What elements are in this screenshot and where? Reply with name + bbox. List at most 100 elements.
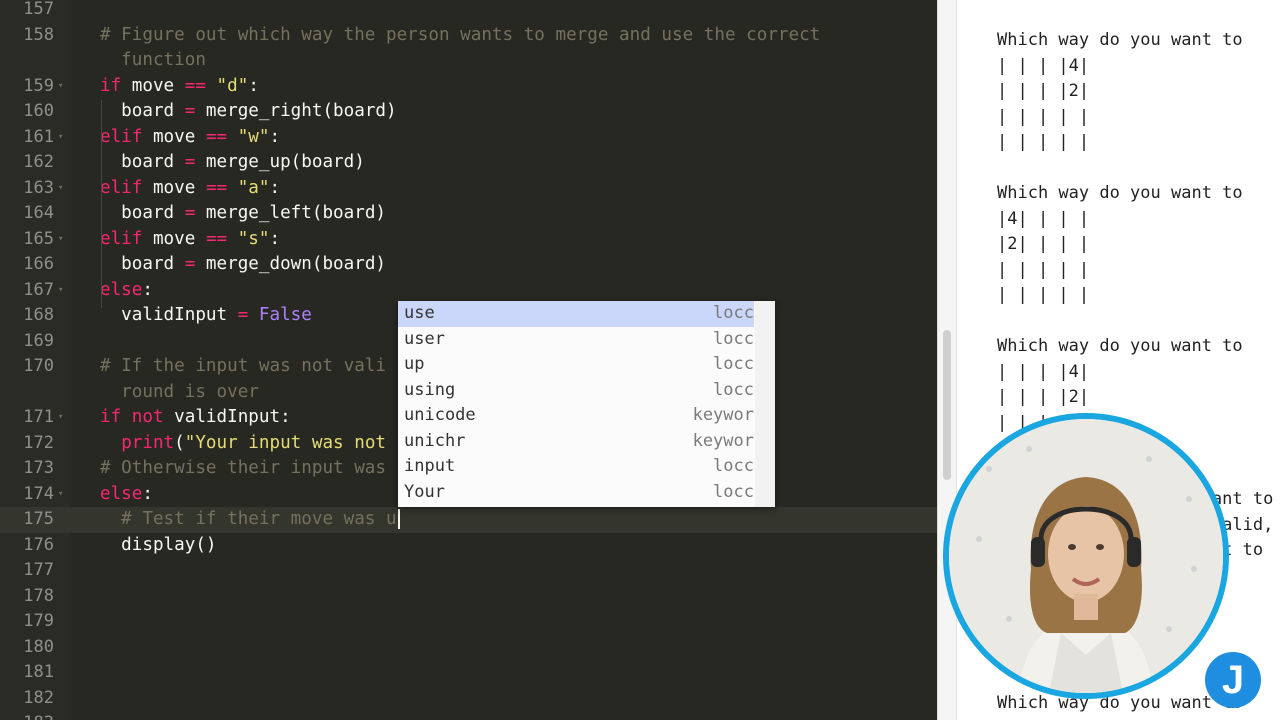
code-line[interactable]: 183 [0, 711, 937, 720]
code-text: if move == "d": [100, 75, 259, 96]
line-number: 173 [23, 458, 54, 478]
line-number: 161 [23, 126, 54, 147]
code-line[interactable]: 160 board = merge_right(board) [0, 99, 937, 125]
line-number: 162 [23, 152, 54, 172]
autocomplete-list[interactable]: use locc user locc up locc using locc unicode key… [398, 301, 775, 505]
code-text: elif move == "w": [100, 126, 281, 147]
code-text: validInput = False [100, 305, 312, 325]
line-number: 175 [23, 509, 54, 529]
autocomplete-item[interactable]: use locc [398, 301, 754, 327]
autocomplete-item[interactable]: using locc [398, 378, 754, 404]
autocomplete-item[interactable]: unicode keywor [398, 403, 754, 429]
code-line[interactable]: function [0, 48, 937, 74]
console-line: | | | | | [997, 285, 1090, 305]
code-text: # Test if their move was u [100, 507, 400, 533]
line-number: 165 [23, 228, 54, 249]
line-number: 169 [23, 330, 54, 351]
console-line: | | | | | [997, 106, 1090, 127]
line-number: 167 [23, 279, 54, 300]
line-number: 180 [23, 636, 54, 657]
autocomplete-meta: keywor [692, 405, 754, 425]
indent-guide [101, 100, 102, 308]
line-number: 177 [23, 560, 54, 580]
line-number: 182 [23, 687, 54, 708]
fold-arrow-icon[interactable]: ▾ [58, 278, 63, 304]
fold-arrow-icon[interactable]: ▾ [58, 125, 63, 151]
autocomplete-value: unichr [404, 430, 466, 451]
code-line[interactable]: 158 # Figure out which way the person wan… [0, 23, 937, 49]
autocomplete-scrollbar[interactable] [755, 301, 775, 507]
code-line[interactable]: 182 [0, 686, 937, 712]
code-line[interactable]: 178 [0, 584, 937, 610]
code-text: else: [100, 279, 153, 300]
line-number: 164 [23, 203, 54, 223]
console-line: | | | | | [997, 132, 1090, 152]
autocomplete-item[interactable]: user locc [398, 327, 754, 353]
console-line: |4| | | | [997, 208, 1090, 229]
code-editor[interactable]: 157 158 # Figure out which way the person … [0, 0, 937, 720]
code-text: # Otherwise their input was [100, 458, 386, 478]
line-number: 157 [23, 0, 54, 19]
autocomplete-value: Your [404, 481, 445, 502]
code-text: elif move == "s": [100, 228, 281, 249]
line-number: 168 [23, 305, 54, 325]
autocomplete-value: using [404, 379, 456, 400]
autocomplete-value: unicode [404, 405, 476, 425]
line-number: 158 [23, 24, 54, 45]
fold-arrow-icon[interactable]: ▾ [58, 227, 63, 253]
autocomplete-meta: locc [713, 303, 754, 323]
webcam-overlay [943, 413, 1229, 699]
fold-arrow-icon[interactable]: ▾ [58, 405, 63, 431]
code-line[interactable]: 175 # Test if their move was u [0, 507, 937, 533]
autocomplete-item[interactable]: unichr keywor [398, 429, 754, 455]
code-line[interactable]: 180 [0, 635, 937, 661]
line-number: 178 [23, 585, 54, 606]
line-number: 166 [23, 254, 54, 274]
scrollbar-thumb[interactable] [943, 330, 951, 480]
autocomplete-meta: locc [713, 379, 754, 400]
code-line[interactable]: 166 board = merge_down(board) [0, 252, 937, 278]
fold-arrow-icon[interactable]: ▾ [58, 74, 63, 100]
autocomplete-meta: locc [713, 328, 754, 349]
console-line: Which way do you want to [997, 183, 1243, 203]
line-number: 179 [23, 611, 54, 631]
code-line[interactable]: 165 ▾ elif move == "s": [0, 227, 937, 253]
code-text: function [100, 50, 206, 70]
autocomplete-item[interactable]: input locc [398, 454, 754, 480]
code-line[interactable]: 181 [0, 660, 937, 686]
line-number: 176 [23, 534, 54, 555]
console-line: | | | |2| [997, 81, 1090, 101]
code-line[interactable]: 161 ▾ elif move == "w": [0, 125, 937, 151]
console-line: | | | |4| [997, 361, 1090, 382]
console-line: |2| | | | [997, 234, 1090, 254]
console-line: | | | | | [997, 259, 1090, 280]
code-line[interactable]: 176 display() [0, 533, 937, 559]
console-line: | | | |4| [997, 55, 1090, 76]
line-number: 172 [23, 432, 54, 453]
line-number: 159 [23, 75, 54, 96]
code-line[interactable]: 177 [0, 558, 937, 584]
fold-arrow-icon[interactable]: ▾ [58, 176, 63, 202]
code-text: display() [100, 534, 217, 555]
code-line[interactable]: 159 ▾ if move == "d": [0, 74, 937, 100]
code-text: else: [100, 483, 153, 504]
autocomplete-popup[interactable]: use locc user locc up locc using locc unicode key… [398, 301, 775, 507]
autocomplete-item[interactable]: up locc [398, 352, 754, 378]
text-cursor [397, 509, 400, 529]
code-text: elif move == "a": [100, 177, 281, 198]
autocomplete-value: user [404, 328, 445, 349]
code-text: if not validInput: [100, 407, 291, 427]
code-line[interactable]: 164 board = merge_left(board) [0, 201, 937, 227]
code-line[interactable]: 162 board = merge_up(board) [0, 150, 937, 176]
line-number: 174 [23, 483, 54, 504]
brand-logo: J [1205, 652, 1261, 708]
code-line[interactable]: 179 [0, 609, 937, 635]
autocomplete-meta: locc [713, 354, 754, 374]
code-line[interactable]: 163 ▾ elif move == "a": [0, 176, 937, 202]
code-line[interactable]: 167 ▾ else: [0, 278, 937, 304]
fold-arrow-icon[interactable]: ▾ [58, 482, 63, 508]
code-line[interactable]: 157 [0, 0, 937, 23]
code-text: board = merge_up(board) [100, 152, 365, 172]
autocomplete-meta: locc [713, 481, 754, 502]
autocomplete-item[interactable]: Your locc [398, 480, 754, 506]
